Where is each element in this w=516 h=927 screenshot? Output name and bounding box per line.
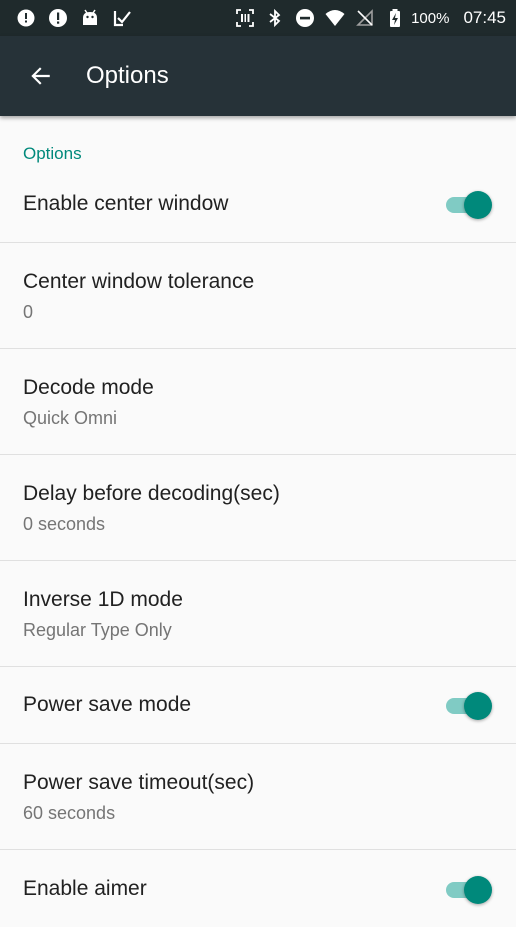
pref-decode-mode[interactable]: Decode mode Quick Omni <box>0 349 516 455</box>
power-save-mode-switch[interactable] <box>444 690 492 720</box>
status-bar-right: 100% 07:45 <box>225 8 506 28</box>
wifi-icon <box>325 8 345 28</box>
pref-title: Enable aimer <box>23 876 147 900</box>
pref-title: Power save mode <box>23 693 192 716</box>
preferences-list: Options Enable center window Center wind… <box>0 116 516 927</box>
pref-summary: 60 seconds <box>23 802 116 823</box>
message-icon <box>16 8 36 28</box>
pref-text: Power save mode <box>23 692 444 718</box>
status-bar-left <box>16 8 144 28</box>
pref-power-save-mode[interactable]: Power save mode <box>0 667 516 744</box>
page-title: Options <box>86 62 169 89</box>
pref-text: Enable aimer <box>23 876 444 902</box>
arrow-back-icon <box>31 67 50 85</box>
app-bar: Options <box>0 36 516 116</box>
enable-center-window-switch[interactable] <box>444 189 492 219</box>
no-sim-icon <box>355 8 375 28</box>
status-clock: 07:45 <box>463 8 506 27</box>
pref-enable-center-window[interactable]: Enable center window <box>0 166 516 243</box>
android-icon <box>80 8 100 28</box>
pref-text: Decode mode Quick Omni <box>23 375 492 429</box>
battery-charging-icon <box>385 8 405 28</box>
pref-text: Power save timeout(sec) 60 seconds <box>23 770 492 824</box>
battery-percentage: 100% <box>411 9 450 27</box>
pref-title: Inverse 1D mode <box>23 587 183 611</box>
pref-title: Center window tolerance <box>23 269 255 293</box>
pref-summary: 0 seconds <box>23 513 106 534</box>
pref-text: Delay before decoding(sec) 0 seconds <box>23 481 492 535</box>
alert-icon <box>48 8 68 28</box>
bluetooth-icon <box>265 8 285 28</box>
scanner-icon <box>235 8 255 28</box>
pref-text: Center window tolerance 0 <box>23 269 492 323</box>
back-button[interactable] <box>24 60 56 92</box>
pref-enable-aimer[interactable]: Enable aimer <box>0 850 516 927</box>
do-not-disturb-icon <box>295 8 315 28</box>
pref-summary: 0 <box>23 301 34 322</box>
status-bar: 100% 07:45 <box>0 0 516 36</box>
switch-thumb <box>464 191 492 219</box>
pref-power-save-timeout[interactable]: Power save timeout(sec) 60 seconds <box>0 744 516 850</box>
section-header: Options <box>23 144 82 163</box>
pref-title: Power save timeout(sec) <box>23 770 255 794</box>
check-icon <box>112 8 132 28</box>
pref-summary: Quick Omni <box>23 407 118 428</box>
pref-delay-before-decoding[interactable]: Delay before decoding(sec) 0 seconds <box>0 455 516 561</box>
pref-summary: Regular Type Only <box>23 619 172 640</box>
enable-aimer-switch[interactable] <box>444 874 492 904</box>
pref-title: Enable center window <box>23 192 229 215</box>
switch-thumb <box>464 692 492 720</box>
pref-title: Decode mode <box>23 375 154 399</box>
pref-center-window-tolerance[interactable]: Center window tolerance 0 <box>0 243 516 349</box>
pref-inverse-1d-mode[interactable]: Inverse 1D mode Regular Type Only <box>0 561 516 667</box>
pref-title: Delay before decoding(sec) <box>23 481 280 505</box>
pref-text: Inverse 1D mode Regular Type Only <box>23 587 492 641</box>
switch-thumb <box>464 875 492 904</box>
pref-text: Enable center window <box>23 191 444 217</box>
